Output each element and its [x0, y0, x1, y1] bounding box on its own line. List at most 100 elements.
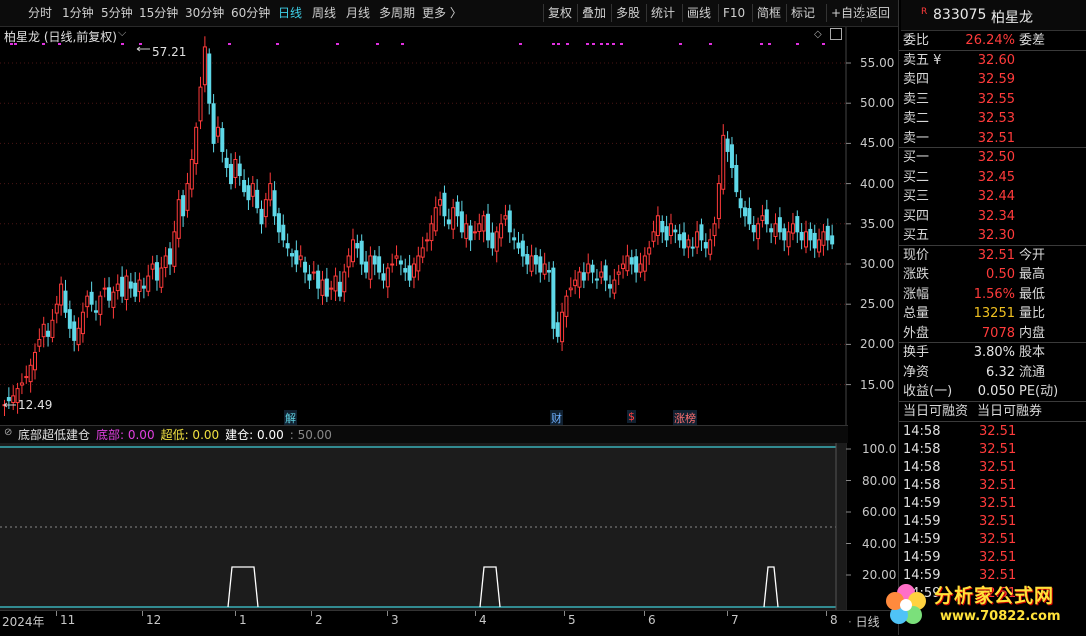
candle	[725, 138, 730, 152]
candle	[690, 246, 695, 249]
time-label: 3	[391, 613, 399, 627]
signal-dot	[760, 43, 763, 45]
candle	[215, 126, 220, 137]
row-label: 买四	[903, 208, 930, 224]
candle	[320, 279, 325, 296]
time-label: 5	[568, 613, 576, 627]
candle	[207, 53, 212, 104]
toolbar-separator	[646, 4, 647, 22]
candle	[651, 231, 656, 242]
candle	[246, 185, 251, 201]
diamond-icon[interactable]: ◇	[814, 29, 822, 40]
period-tab-3[interactable]: 15分钟	[139, 5, 178, 21]
candle	[812, 232, 817, 249]
chart-area[interactable]	[0, 27, 898, 635]
tick-row: 14:58 32.51	[901, 423, 1085, 441]
ask-row: 卖二 32.53	[901, 109, 1085, 128]
tick-row: 14:59 32.51	[901, 513, 1085, 531]
indicator-values: 底部: 0.00 超低: 0.00 建仓: 0.00: 50.00	[96, 426, 332, 443]
margin-right-label[interactable]: 当日可融券	[977, 402, 1042, 421]
toolbar-button-7[interactable]: 标记	[791, 5, 815, 21]
period-tab-0[interactable]: 分时	[28, 5, 52, 21]
candle	[486, 213, 491, 241]
toolbar-button-9[interactable]: 返回	[866, 5, 890, 21]
candle	[6, 397, 11, 402]
time-label: 4	[479, 613, 487, 627]
row-label: 卖二	[903, 111, 930, 126]
row-label: 净资	[903, 364, 930, 380]
candle	[477, 223, 482, 232]
bid-row: 买四 32.34	[901, 207, 1085, 226]
candle	[551, 267, 556, 329]
candle	[76, 327, 81, 346]
period-tab-6[interactable]: 日线	[278, 5, 302, 21]
ask-row: 卖四 32.59	[901, 70, 1085, 89]
candle	[459, 211, 464, 233]
tick-row: 14:59 32.51	[901, 495, 1085, 513]
toolbar-button-6[interactable]: 简框	[757, 5, 781, 21]
collapse-icon[interactable]: ⊘	[4, 427, 12, 438]
period-tab-2[interactable]: 5分钟	[101, 5, 133, 21]
candle	[590, 264, 595, 273]
candle	[24, 376, 29, 379]
period-tab-8[interactable]: 月线	[346, 5, 370, 21]
period-tab-7[interactable]: 周线	[312, 5, 336, 21]
toolbar-button-0[interactable]: 复权	[548, 5, 572, 21]
candle	[455, 201, 460, 217]
margin-left-label[interactable]: 当日可融资	[903, 402, 968, 421]
time-label: 2	[315, 613, 323, 627]
event-marker[interactable]: $	[627, 410, 636, 423]
tick-time: 14:58	[903, 477, 941, 493]
signal-dot	[679, 43, 682, 45]
chevron-down-icon[interactable]: ⌵	[118, 26, 126, 40]
candle	[250, 183, 255, 197]
toolbar-button-5[interactable]: F10	[723, 5, 745, 21]
candle	[520, 240, 525, 257]
toolbar-button-2[interactable]: 多股	[616, 5, 640, 21]
period-tab-1[interactable]: 1分钟	[62, 5, 94, 21]
candle	[564, 295, 569, 317]
tick-time: 14:58	[903, 459, 941, 475]
candle	[721, 134, 726, 190]
toolbar-button-8[interactable]: +自选	[831, 5, 865, 21]
candle	[337, 281, 342, 297]
divider	[899, 420, 1086, 422]
candle	[594, 278, 599, 281]
candle	[429, 223, 434, 242]
event-marker[interactable]: 涨榜	[673, 410, 697, 426]
candle	[411, 263, 416, 278]
period-tab-4[interactable]: 30分钟	[185, 5, 224, 21]
tick-time: 14:58	[903, 441, 941, 457]
period-tab-9[interactable]: 多周期	[379, 5, 415, 21]
candle	[272, 190, 277, 217]
toolbar-button-4[interactable]: 画线	[687, 5, 711, 21]
period-tab-5[interactable]: 60分钟	[231, 5, 270, 21]
period-tab-10[interactable]: 更多 〉	[422, 5, 462, 21]
candle	[211, 103, 216, 144]
candle	[703, 242, 708, 249]
candle	[372, 255, 377, 265]
candle	[764, 209, 769, 225]
time-tick	[475, 611, 476, 616]
tick-row: 14:59 32.51	[901, 549, 1085, 567]
candle	[729, 144, 734, 169]
candle	[150, 263, 155, 270]
toolbar-button-1[interactable]: 叠加	[582, 5, 606, 21]
event-marker[interactable]: 解	[284, 410, 297, 426]
maximize-icon[interactable]	[830, 28, 842, 40]
toolbar-button-3[interactable]: 统计	[651, 5, 675, 21]
candle	[107, 287, 112, 301]
candle	[533, 255, 538, 265]
candle	[734, 164, 739, 193]
signal-dot	[592, 43, 595, 45]
event-marker[interactable]: 财	[550, 410, 563, 426]
candle	[716, 183, 721, 220]
signal-dot	[709, 43, 712, 45]
candle	[804, 231, 809, 248]
quote-row: 总量 13251 量比	[901, 304, 1085, 323]
row-right-label: 今开	[1019, 247, 1046, 263]
candle	[638, 263, 643, 273]
candle	[298, 255, 303, 261]
quote-row: 涨幅 1.56% 最低	[901, 285, 1085, 304]
indicator-name[interactable]: 底部超低建仓	[18, 426, 90, 443]
